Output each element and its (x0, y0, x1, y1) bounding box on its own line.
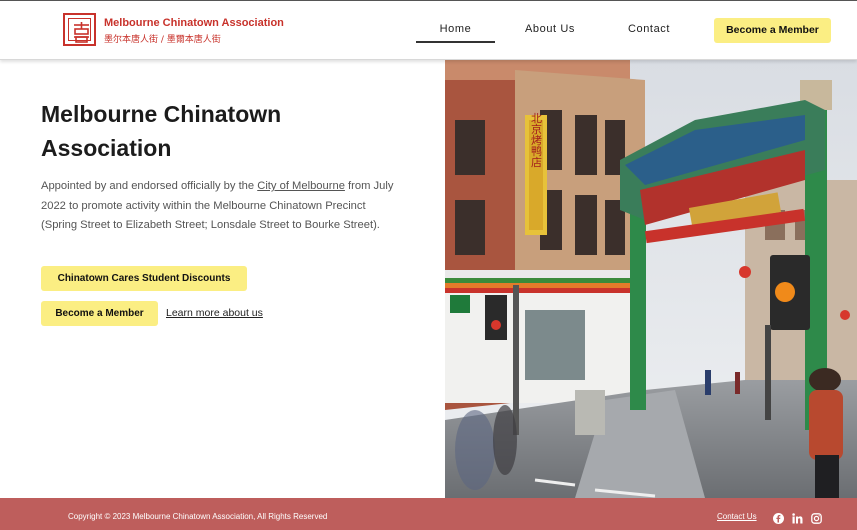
instagram-icon[interactable] (811, 511, 822, 524)
hero-text-start: Appointed by and endorsed officially by … (41, 180, 258, 192)
linkedin-icon[interactable] (792, 511, 803, 524)
brand-chinese-name: 墨尔本唐人街 / 墨爾本唐人街 (104, 35, 221, 45)
footer-contact-link[interactable]: Contact Us (717, 512, 757, 521)
nav-home[interactable]: Home (416, 23, 495, 35)
learn-more-link[interactable]: Learn more about us (166, 307, 263, 319)
city-of-melbourne-link[interactable]: City of Melbourne (257, 180, 345, 192)
site-footer: Copyright © 2023 Melbourne Chinatown Ass… (0, 498, 857, 530)
site-header: Melbourne Chinatown Association 墨尔本唐人街 /… (0, 0, 857, 60)
copyright-text: Copyright © 2023 Melbourne Chinatown Ass… (68, 512, 328, 521)
student-discounts-button[interactable]: Chinatown Cares Student Discounts (41, 266, 247, 291)
become-member-button[interactable]: Become a Member (41, 301, 158, 326)
chinese-seal-logo-icon[interactable] (63, 13, 96, 46)
nav-about-us[interactable]: About Us (510, 23, 590, 35)
chinatown-gate-photo: 北京烤鸭店 (445, 60, 857, 498)
become-member-header-button[interactable]: Become a Member (714, 18, 831, 43)
page-title: Melbourne Chinatown Association (41, 101, 282, 161)
nav-active-indicator (416, 41, 495, 43)
brand-name[interactable]: Melbourne Chinatown Association (104, 17, 284, 29)
hero-description: Appointed by and endorsed officially by … (41, 177, 401, 236)
photo-sign-text: 北京烤鸭店 (530, 112, 543, 167)
facebook-icon[interactable] (773, 511, 784, 524)
nav-contact[interactable]: Contact (610, 23, 688, 35)
